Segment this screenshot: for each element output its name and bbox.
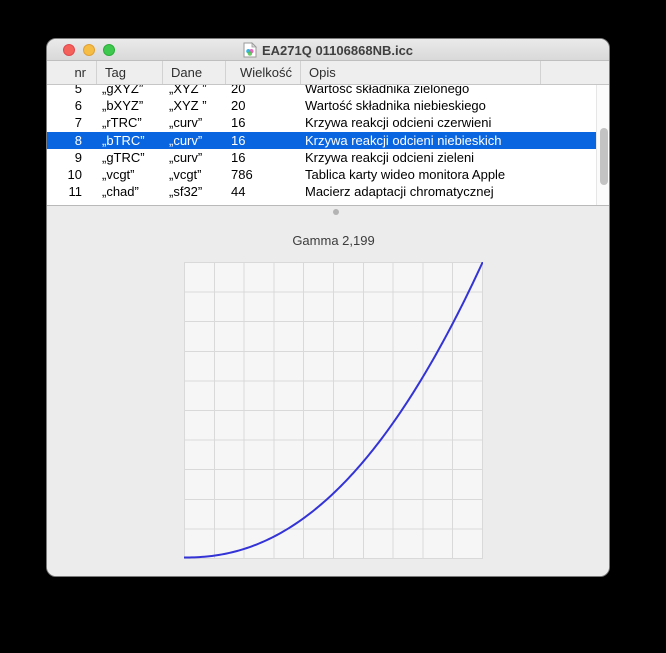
- cell-nr: 8: [47, 132, 97, 149]
- vertical-scrollbar[interactable]: [596, 85, 610, 205]
- table-row[interactable]: 9„gTRC”„curv”16Krzywa reakcji odcieni zi…: [47, 149, 596, 166]
- colorsync-profile-window: EA271Q 01106868NB.icc nr Tag Dane Wielko…: [46, 38, 610, 577]
- cell-nr: 7: [47, 114, 97, 131]
- scrollbar-thumb[interactable]: [600, 128, 608, 185]
- cell-empty: [541, 149, 596, 166]
- column-header-nr[interactable]: nr: [47, 61, 97, 84]
- cell-tag: „gXYZ”: [97, 85, 163, 97]
- cell-tag: „bXYZ”: [97, 97, 163, 114]
- cell-dane: „curv”: [163, 149, 226, 166]
- cell-dane: „sf32”: [163, 183, 226, 200]
- cell-tag: „gTRC”: [97, 149, 163, 166]
- cell-tag: „vcgt”: [97, 166, 163, 183]
- table-row[interactable]: 10„vcgt”„vcgt”786Tablica karty wideo mon…: [47, 166, 596, 183]
- column-header-scroll-gutter: [596, 61, 610, 84]
- cell-opis: Krzywa reakcji odcieni zieleni: [301, 149, 541, 166]
- cell-nr: 11: [47, 183, 97, 200]
- screen: EA271Q 01106868NB.icc nr Tag Dane Wielko…: [0, 0, 666, 653]
- column-header-tag[interactable]: Tag: [97, 61, 163, 84]
- cell-empty: [541, 166, 596, 183]
- cell-dane: „XYZ ”: [163, 85, 226, 97]
- traffic-lights: [63, 39, 115, 61]
- cell-opis: Wartość składnika zielonego: [301, 85, 541, 97]
- table-row[interactable]: 7„rTRC”„curv”16Krzywa reakcji odcieni cz…: [47, 114, 596, 131]
- cell-wielkosc: 16: [226, 132, 301, 149]
- splitter-handle[interactable]: [333, 209, 339, 215]
- cell-opis: Macierz adaptacji chromatycznej: [301, 183, 541, 200]
- gamma-chart: [184, 262, 483, 559]
- table-rows: 5„gXYZ”„XYZ ”20Wartość składnika zielone…: [47, 85, 596, 201]
- table-header: nr Tag Dane Wielkość Opis: [47, 61, 609, 85]
- cell-empty: [541, 114, 596, 131]
- titlebar[interactable]: EA271Q 01106868NB.icc: [47, 39, 609, 61]
- table-row[interactable]: 5„gXYZ”„XYZ ”20Wartość składnika zielone…: [47, 85, 596, 97]
- table-row[interactable]: 11„chad”„sf32”44Macierz adaptacji chroma…: [47, 183, 596, 200]
- cell-dane: „curv”: [163, 132, 226, 149]
- cell-wielkosc: 16: [226, 149, 301, 166]
- cell-dane: „XYZ ”: [163, 97, 226, 114]
- cell-empty: [541, 97, 596, 114]
- column-header-dane[interactable]: Dane: [163, 61, 226, 84]
- cell-wielkosc: 44: [226, 183, 301, 200]
- icc-document-icon: [243, 42, 257, 58]
- window-title: EA271Q 01106868NB.icc: [262, 43, 413, 58]
- cell-opis: Krzywa reakcji odcieni czerwieni: [301, 114, 541, 131]
- cell-dane: „curv”: [163, 114, 226, 131]
- table-body: 5„gXYZ”„XYZ ”20Wartość składnika zielone…: [47, 85, 596, 205]
- minimize-button[interactable]: [83, 44, 95, 56]
- cell-opis: Tablica karty wideo monitora Apple: [301, 166, 541, 183]
- cell-tag: „chad”: [97, 183, 163, 200]
- table-row[interactable]: 6„bXYZ”„XYZ ”20Wartość składnika niebies…: [47, 97, 596, 114]
- cell-nr: 5: [47, 85, 97, 97]
- close-button[interactable]: [63, 44, 75, 56]
- cell-tag: „rTRC”: [97, 114, 163, 131]
- cell-wielkosc: 786: [226, 166, 301, 183]
- table-row[interactable]: 8„bTRC”„curv”16Krzywa reakcji odcieni ni…: [47, 132, 596, 149]
- cell-wielkosc: 16: [226, 114, 301, 131]
- column-header-empty: [541, 61, 596, 84]
- cell-empty: [541, 85, 596, 97]
- column-header-opis[interactable]: Opis: [301, 61, 541, 84]
- zoom-button[interactable]: [103, 44, 115, 56]
- cell-dane: „vcgt”: [163, 166, 226, 183]
- cell-empty: [541, 183, 596, 200]
- cell-nr: 10: [47, 166, 97, 183]
- cell-nr: 6: [47, 97, 97, 114]
- gamma-label: Gamma 2,199: [184, 233, 483, 248]
- cell-wielkosc: 20: [226, 97, 301, 114]
- detail-pane: Gamma 2,199: [47, 205, 609, 577]
- cell-opis: Krzywa reakcji odcieni niebieskich: [301, 132, 541, 149]
- column-header-wielkosc[interactable]: Wielkość: [226, 61, 301, 84]
- cell-empty: [541, 132, 596, 149]
- cell-nr: 9: [47, 149, 97, 166]
- cell-wielkosc: 20: [226, 85, 301, 97]
- cell-tag: „bTRC”: [97, 132, 163, 149]
- cell-opis: Wartość składnika niebieskiego: [301, 97, 541, 114]
- title-group: EA271Q 01106868NB.icc: [47, 39, 609, 61]
